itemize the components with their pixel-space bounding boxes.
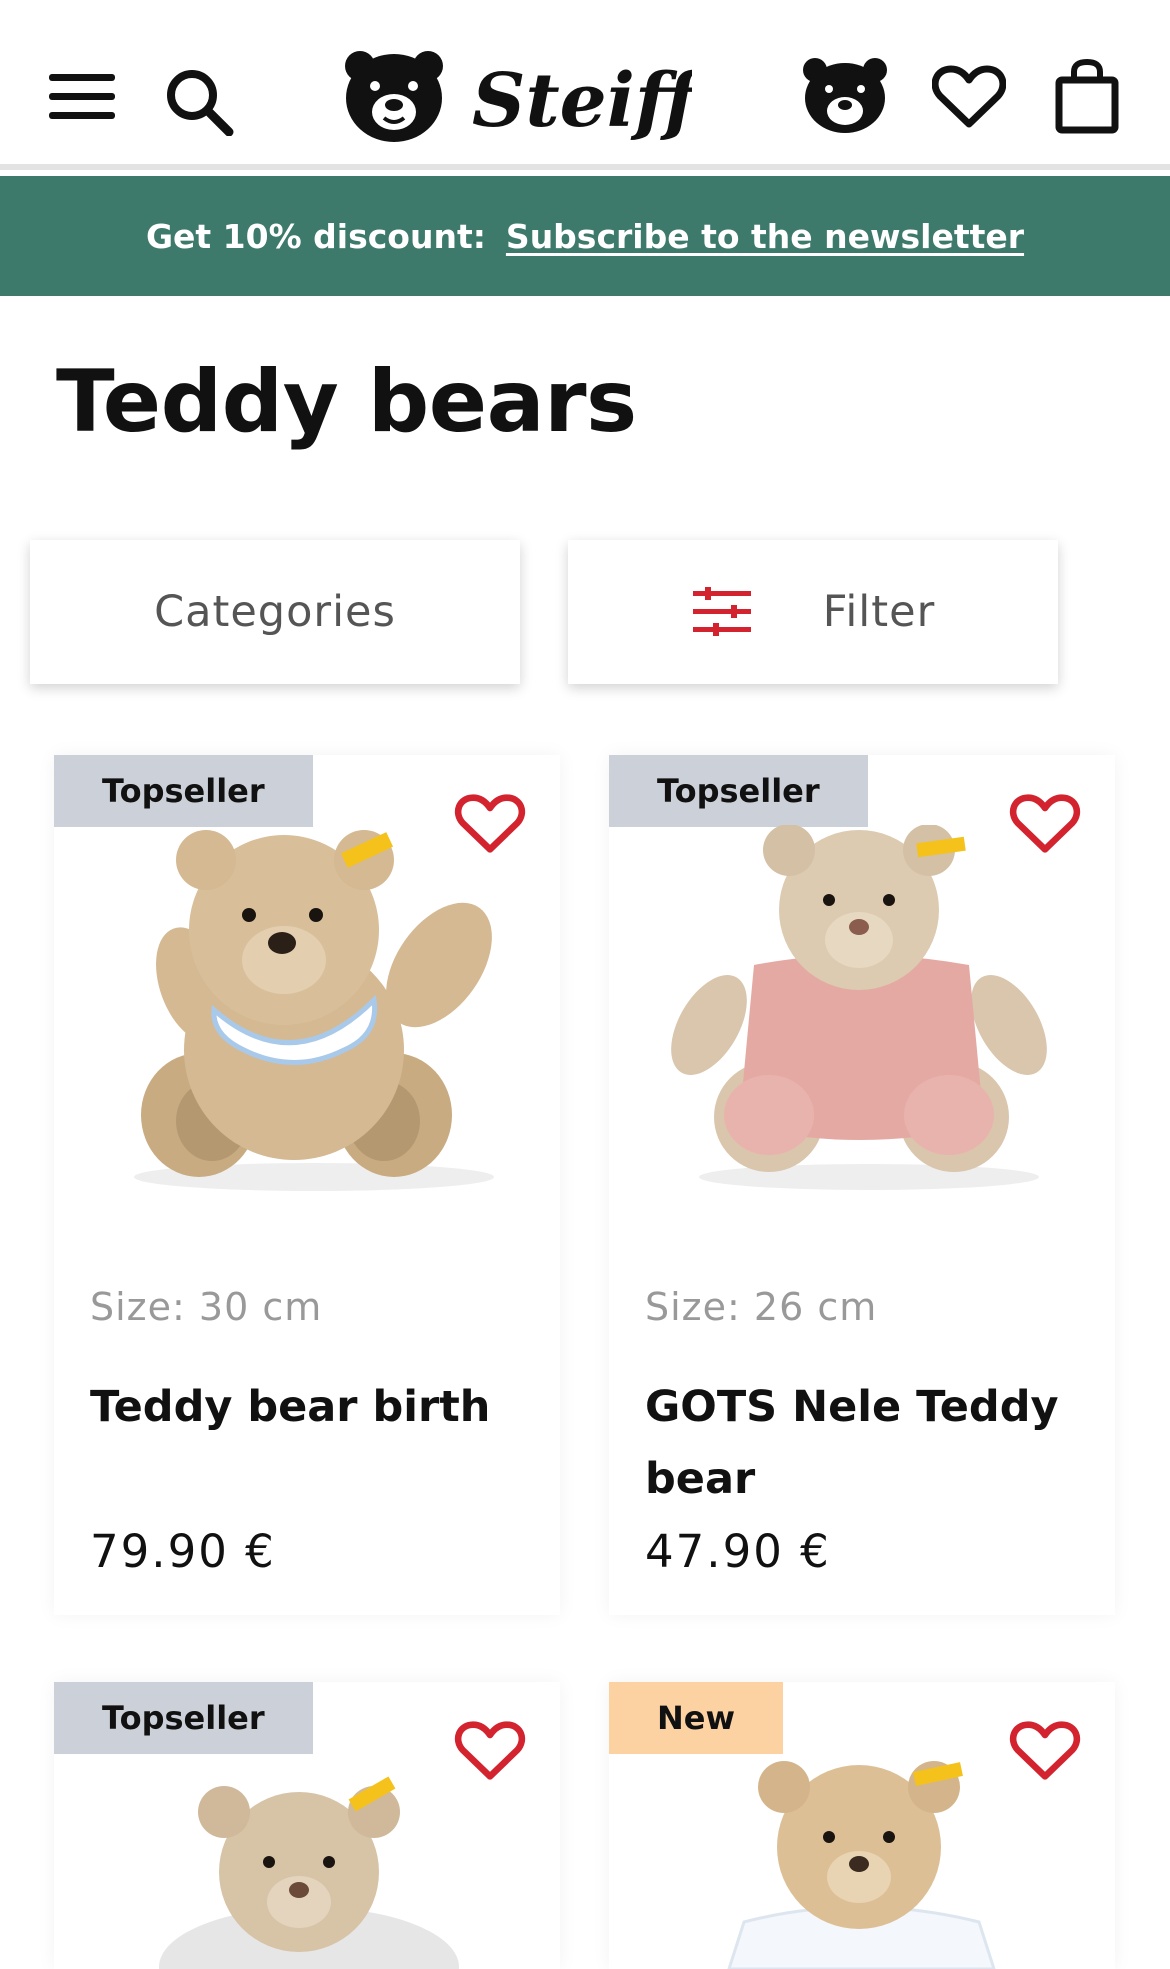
- filter-button[interactable]: Filter: [568, 540, 1058, 684]
- product-name[interactable]: Teddy bear birth: [90, 1371, 540, 1443]
- categories-button[interactable]: Categories: [30, 540, 520, 684]
- product-size: Size: 26 cm: [645, 1285, 878, 1329]
- menu-icon[interactable]: [47, 70, 119, 122]
- categories-label: Categories: [154, 587, 396, 637]
- shopping-bag-icon[interactable]: [1054, 58, 1120, 134]
- subscribe-newsletter-link[interactable]: Subscribe to the newsletter: [506, 217, 1024, 256]
- product-price: 47.90 €: [645, 1525, 831, 1578]
- newsletter-promo-bar: Get 10% discount: Subscribe to the newsl…: [0, 176, 1170, 296]
- product-card[interactable]: Topseller: [54, 1682, 560, 1969]
- filter-label: Filter: [822, 587, 936, 637]
- svg-text:Steiff: Steiff: [472, 58, 692, 144]
- topseller-badge: Topseller: [609, 755, 868, 827]
- product-card[interactable]: New: [609, 1682, 1115, 1969]
- product-image[interactable]: [94, 825, 534, 1205]
- topseller-badge: Topseller: [54, 755, 313, 827]
- promo-label: Get 10% discount:: [145, 216, 486, 256]
- logo-graphic: Steiff: [345, 51, 707, 144]
- product-price: 79.90 €: [90, 1525, 276, 1578]
- bear-account-icon[interactable]: [800, 56, 890, 134]
- search-icon[interactable]: [163, 66, 235, 136]
- product-card[interactable]: Topseller Size: 26 cm GOTS Nele Teddy be…: [609, 755, 1115, 1615]
- site-header: Steiff: [0, 0, 1170, 170]
- product-image[interactable]: [649, 825, 1089, 1205]
- product-name[interactable]: GOTS Nele Teddy bear: [645, 1371, 1095, 1515]
- topseller-badge: Topseller: [54, 1682, 313, 1754]
- product-card[interactable]: Topseller Size: 30 cm Teddy bear birth 7…: [54, 755, 560, 1615]
- product-image[interactable]: [649, 1752, 1089, 1969]
- product-image[interactable]: [94, 1752, 534, 1969]
- product-size: Size: 30 cm: [90, 1285, 323, 1329]
- filter-sliders-icon: [692, 587, 751, 636]
- heart-icon[interactable]: [932, 64, 1006, 130]
- new-badge: New: [609, 1682, 784, 1754]
- steiff-logo[interactable]: Steiff: [342, 48, 707, 144]
- page-title: Teddy bears: [56, 352, 637, 452]
